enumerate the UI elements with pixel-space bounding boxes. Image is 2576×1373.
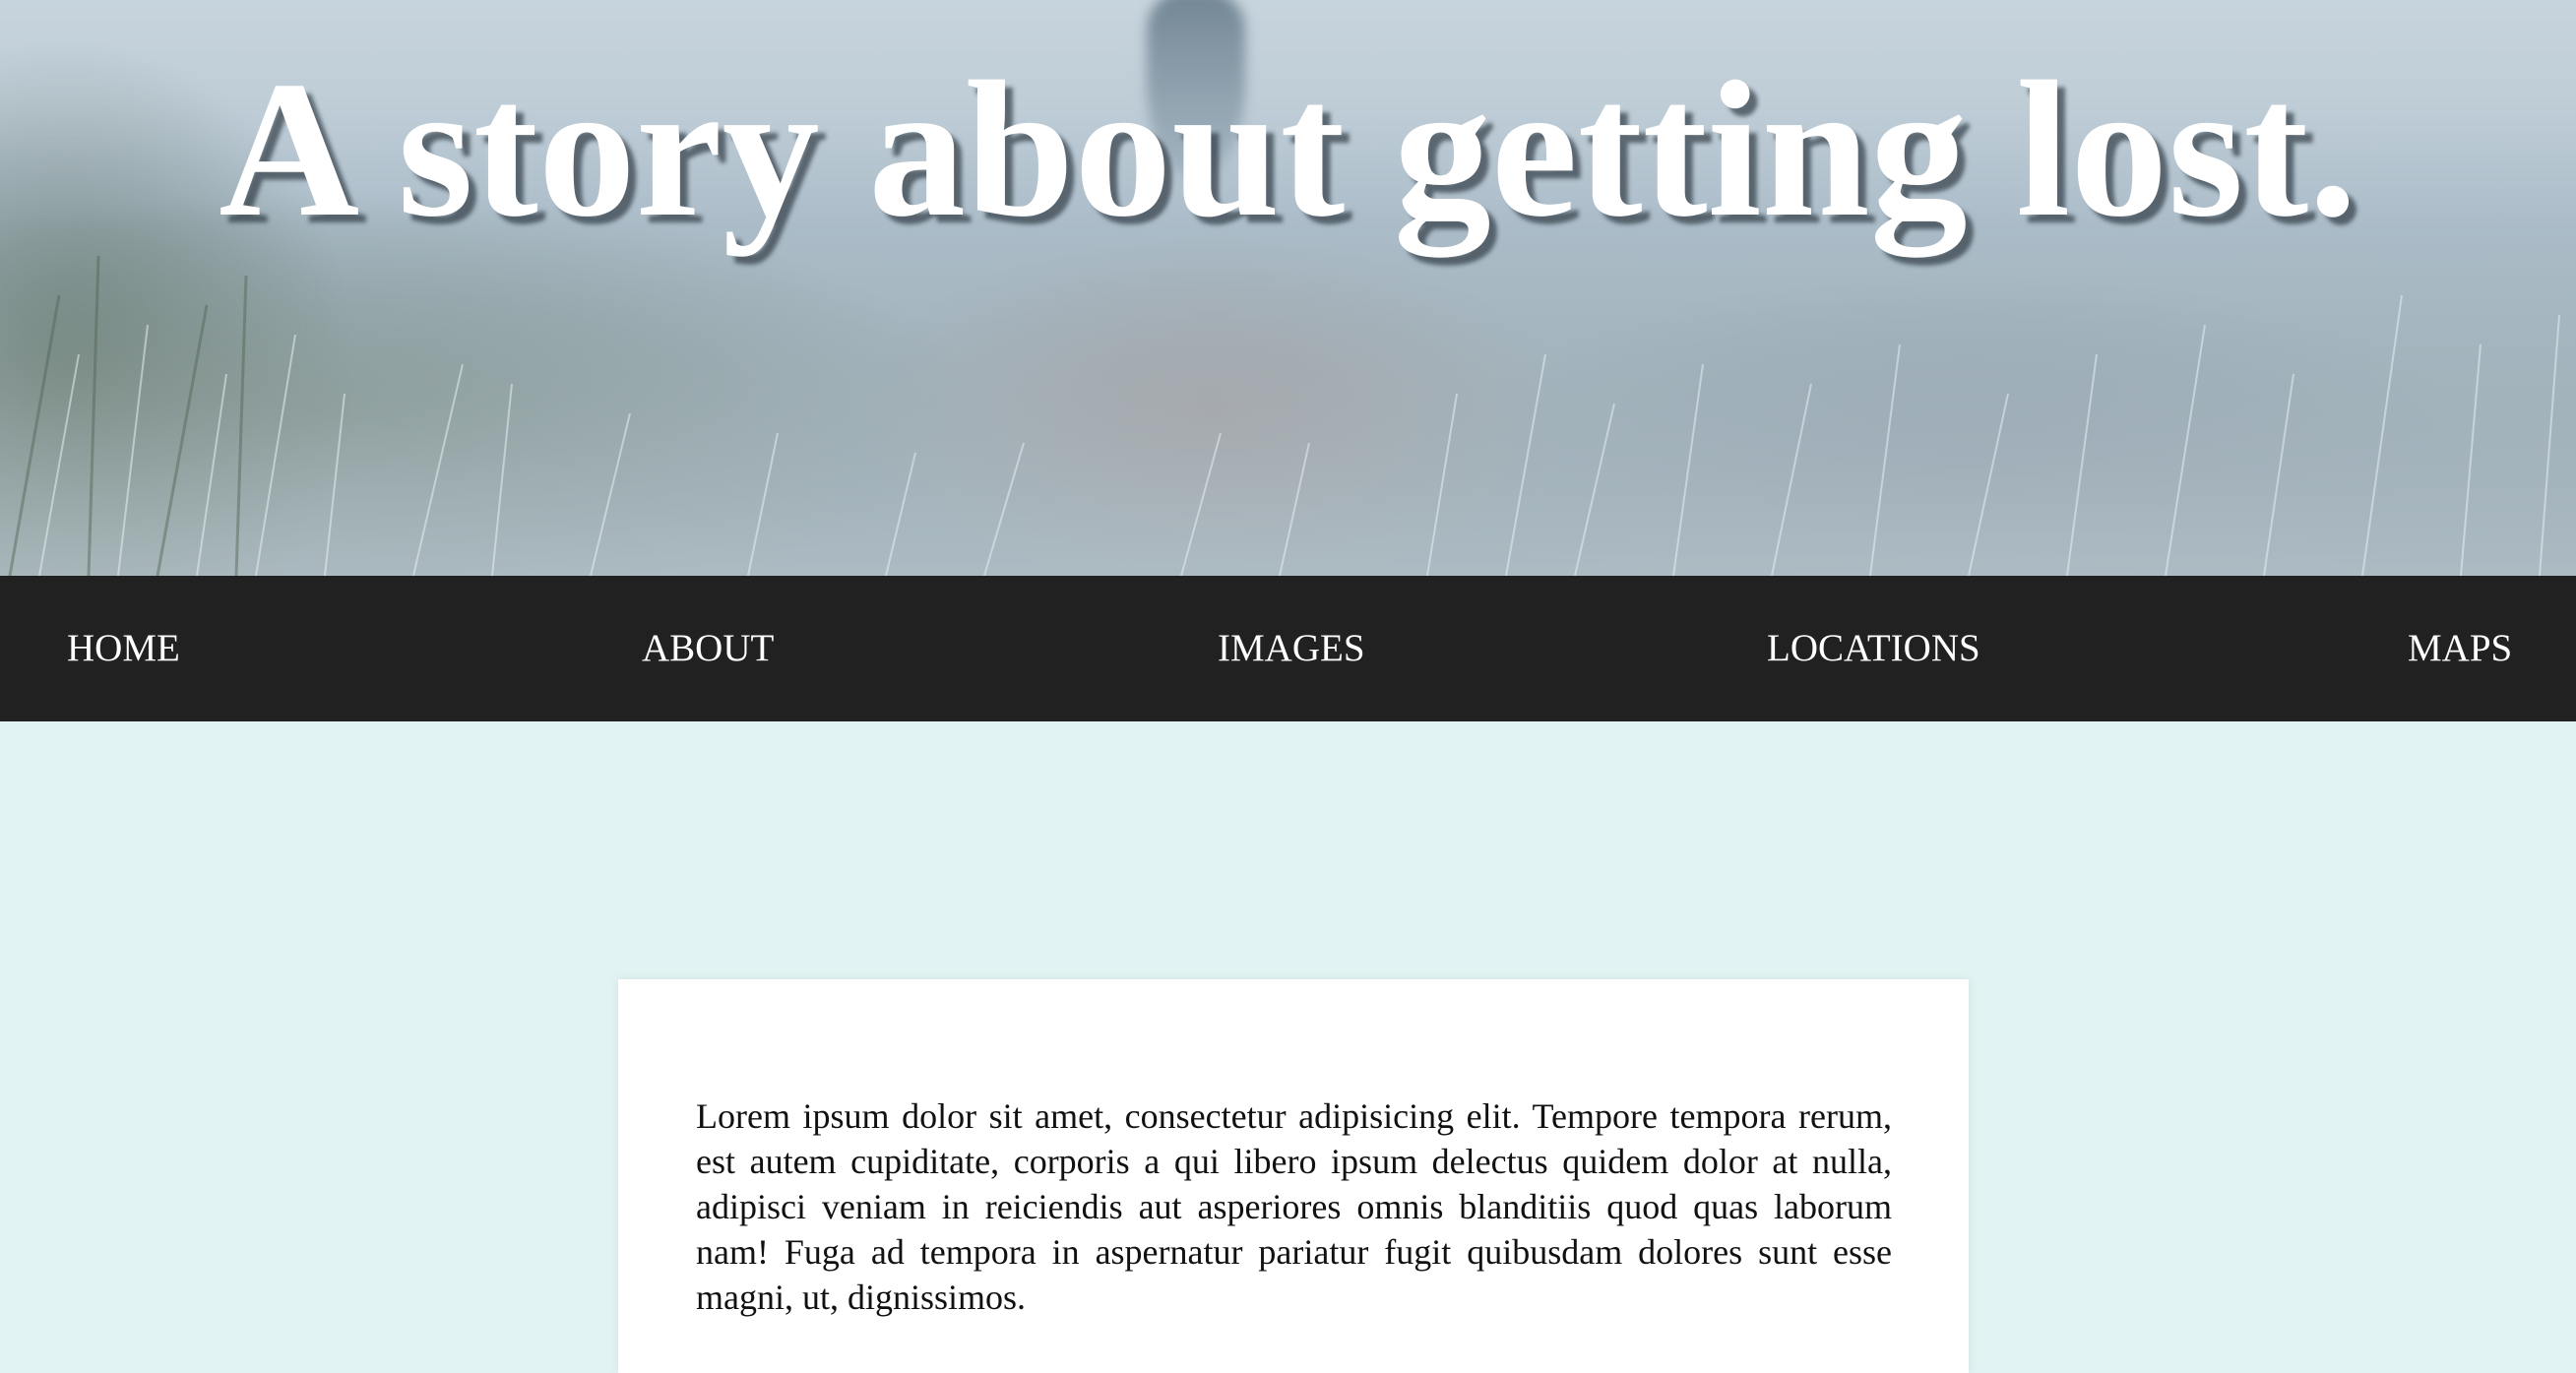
nav-about-link[interactable]: ABOUT (642, 576, 774, 721)
content-card: Lorem ipsum dolor sit amet, consectetur … (618, 979, 1969, 1373)
nav-images-link[interactable]: IMAGES (1218, 576, 1365, 721)
main-nav: HOME ABOUT IMAGES LOCATIONS MAPS (0, 576, 2576, 721)
hero-banner: A story about getting lost. (0, 0, 2576, 576)
nav-maps-link[interactable]: MAPS (2408, 576, 2512, 721)
page-title: A story about getting lost. (219, 41, 2357, 257)
nav-home-link[interactable]: HOME (67, 576, 180, 721)
intro-paragraph: Lorem ipsum dolor sit amet, consectetur … (696, 1096, 1892, 1317)
nav-locations-link[interactable]: LOCATIONS (1767, 576, 1980, 721)
